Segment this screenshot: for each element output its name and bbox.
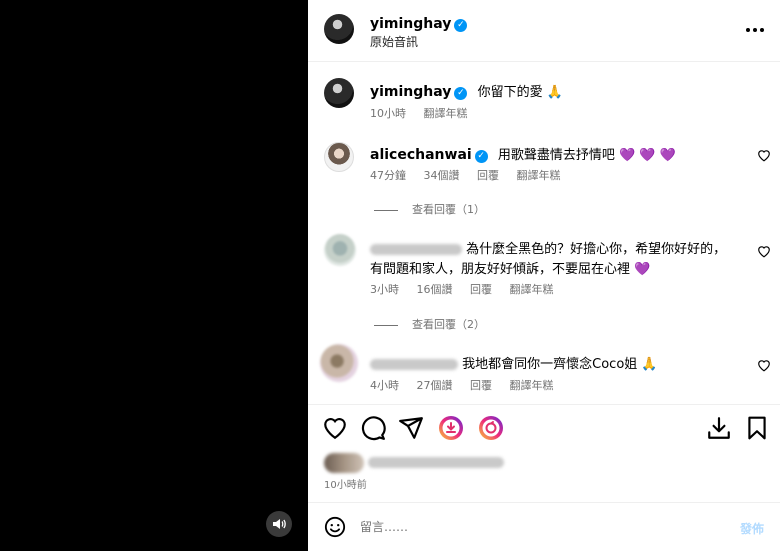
post-header: yiminghay ✓ 原始音訊 [308,0,780,62]
comment-text: 我地都會同你一齊懷念Coco姐 🙏 [462,357,658,372]
comment-username[interactable]: alicechanwai [370,147,472,163]
comment-avatar[interactable] [324,234,356,266]
caption-username[interactable]: yiminghay [370,84,451,100]
caption-avatar[interactable] [324,78,354,108]
comment-time: 3小時 [370,283,399,296]
comment-time: 4小時 [370,379,399,392]
comment-like-icon[interactable] [757,359,771,372]
caption-text: 你留下的愛 🙏 [477,85,563,100]
post-timestamp: 10小時前 [324,480,367,491]
reply-button[interactable]: 回覆 [477,169,499,182]
author-avatar[interactable] [324,14,354,44]
caption-translate-link[interactable]: 翻譯年糕 [424,107,468,120]
liker-avatars [324,453,364,473]
more-options-icon[interactable] [746,20,768,40]
post-comment-button[interactable]: 發佈 [740,520,764,537]
heart-icon[interactable] [322,415,348,441]
video-media[interactable] [0,0,308,551]
author-username[interactable]: yiminghay [370,16,451,32]
comment-like-icon[interactable] [757,149,771,162]
verified-icon: ✓ [474,150,488,163]
reply-button[interactable]: 回覆 [470,379,492,392]
comment-1: alicechanwai ✓ 用歌聲盡情去抒情吧 💜 💜 💜 [370,144,676,163]
blurred-username[interactable] [370,244,462,255]
comment-bar: 發佈 [308,502,780,551]
remix-icon[interactable] [438,415,464,441]
download-icon[interactable] [706,415,732,441]
translate-link[interactable]: 翻譯年糕 [517,169,561,182]
comment-avatar[interactable] [324,142,354,172]
speaker-icon [273,519,286,529]
caption-time: 10小時 [370,107,406,120]
blurred-liked-by-text [368,457,504,468]
comment-like-icon[interactable] [757,245,771,258]
verified-icon: ✓ [454,19,468,32]
bookmark-icon[interactable] [744,415,770,441]
comment-input[interactable] [360,517,680,537]
comment-likes[interactable]: 27個讚 [417,379,453,392]
comment-2: 為什麼全黑色的？好擔心你，希望你好好的， [370,238,726,257]
loop-icon[interactable] [478,415,504,441]
comment-text: 用歌聲盡情去抒情吧 💜 💜 💜 [497,148,676,163]
comment-text-line1: 為什麼全黑色的？好擔心你，希望你好好的， [466,242,727,257]
comment-time: 47分鐘 [370,169,406,182]
emoji-icon[interactable] [324,516,346,538]
translate-link[interactable]: 翻譯年糕 [510,283,554,296]
post-viewer: yiminghay ✓ 原始音訊 yiminghay ✓ 你留下的愛 🙏 10小時 … [0,0,780,551]
share-icon[interactable] [398,415,424,441]
post-actions [308,404,780,450]
audio-label[interactable]: 原始音訊 [370,33,418,50]
reply-button[interactable]: 回覆 [470,283,492,296]
view-replies-button[interactable]: 查看回覆（2） [374,316,485,332]
comment-3: 我地都會同你一齊懷念Coco姐 🙏 [370,353,658,372]
post-panel: yiminghay ✓ 原始音訊 yiminghay ✓ 你留下的愛 🙏 10小時 … [308,0,780,551]
sound-toggle-button[interactable] [266,511,292,537]
comment-icon[interactable] [360,415,386,441]
translate-link[interactable]: 翻譯年糕 [510,379,554,392]
verified-icon: ✓ [454,87,468,100]
view-replies-button[interactable]: 查看回覆（1） [374,201,485,217]
comment-text-line2: 有問題和家人，朋友好好傾訴，不要屈在心裡 💜 [370,262,651,277]
comment-likes[interactable]: 34個讚 [424,169,460,182]
comment-likes[interactable]: 16個讚 [417,283,453,296]
comment-avatar[interactable] [320,344,358,382]
blurred-username[interactable] [370,359,458,370]
